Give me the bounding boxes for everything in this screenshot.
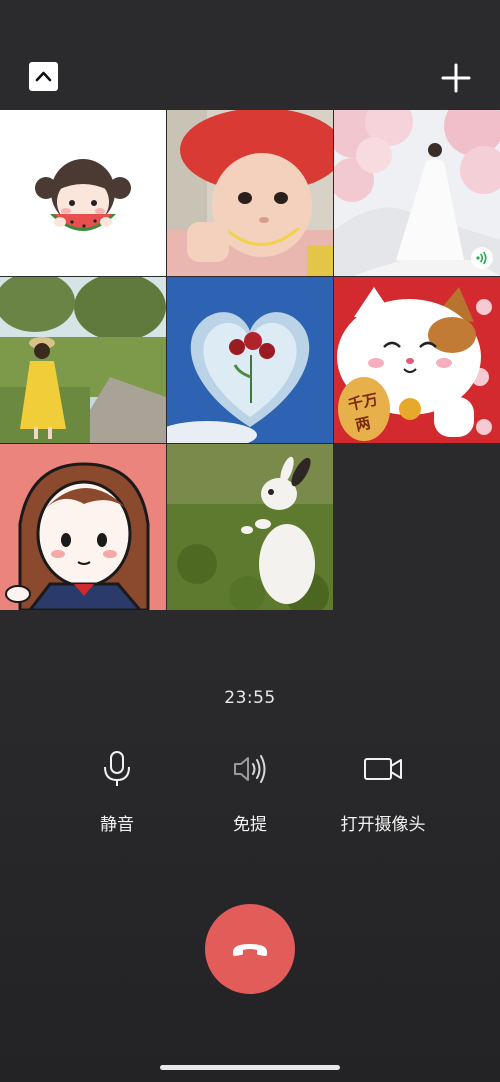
empty-tile [334, 444, 500, 610]
plus-icon [441, 63, 471, 93]
top-bar [0, 0, 500, 110]
avatar-cartoon-girl [0, 444, 166, 610]
participant-tile-5[interactable] [167, 277, 333, 443]
call-duration: 23:55 [224, 688, 276, 708]
mute-button[interactable]: 静音 [47, 742, 187, 837]
speaking-signal-icon [476, 251, 487, 265]
camera-label: 打开摄像头 [340, 815, 426, 835]
participant-tile-6[interactable]: 千万 两 [334, 277, 500, 443]
avatar-baby-red-hat [167, 110, 333, 276]
participant-tile-7[interactable] [0, 444, 166, 610]
avatar-glass-heart-roses [167, 277, 333, 443]
participant-tile-8[interactable] [167, 444, 333, 610]
participant-tile-3[interactable] [334, 110, 500, 276]
participant-grid: 千万 两 [0, 110, 500, 610]
hang-up-button[interactable] [205, 904, 295, 994]
participant-tile-4[interactable] [0, 277, 166, 443]
hang-up-phone-icon [233, 944, 267, 956]
participant-tile-2[interactable] [167, 110, 333, 276]
avatar-white-rabbit [167, 444, 333, 610]
home-indicator[interactable] [160, 1065, 340, 1070]
video-camera-icon [364, 758, 402, 780]
speaker-button[interactable]: 免提 [180, 742, 320, 837]
minimize-button[interactable] [29, 62, 58, 91]
call-controls: 静音 免提 打开摄像头 [0, 742, 500, 842]
speaking-indicator [471, 247, 493, 269]
add-participant-button[interactable] [440, 62, 472, 94]
chevron-up-icon [35, 71, 52, 82]
camera-button[interactable]: 打开摄像头 [313, 742, 453, 837]
voice-call-screen: 千万 两 23:55 静音 免提 打开摄像头 [0, 0, 500, 1082]
microphone-icon [104, 751, 130, 786]
avatar-girl-yellow-dress [0, 277, 166, 443]
mute-label: 静音 [100, 815, 134, 835]
speaker-label: 免提 [233, 815, 267, 835]
avatar-lucky-cat: 千万 两 [334, 277, 500, 443]
speaker-icon [234, 755, 266, 783]
avatar-watermelon-girl [0, 110, 166, 276]
participant-tile-1[interactable] [0, 110, 166, 276]
